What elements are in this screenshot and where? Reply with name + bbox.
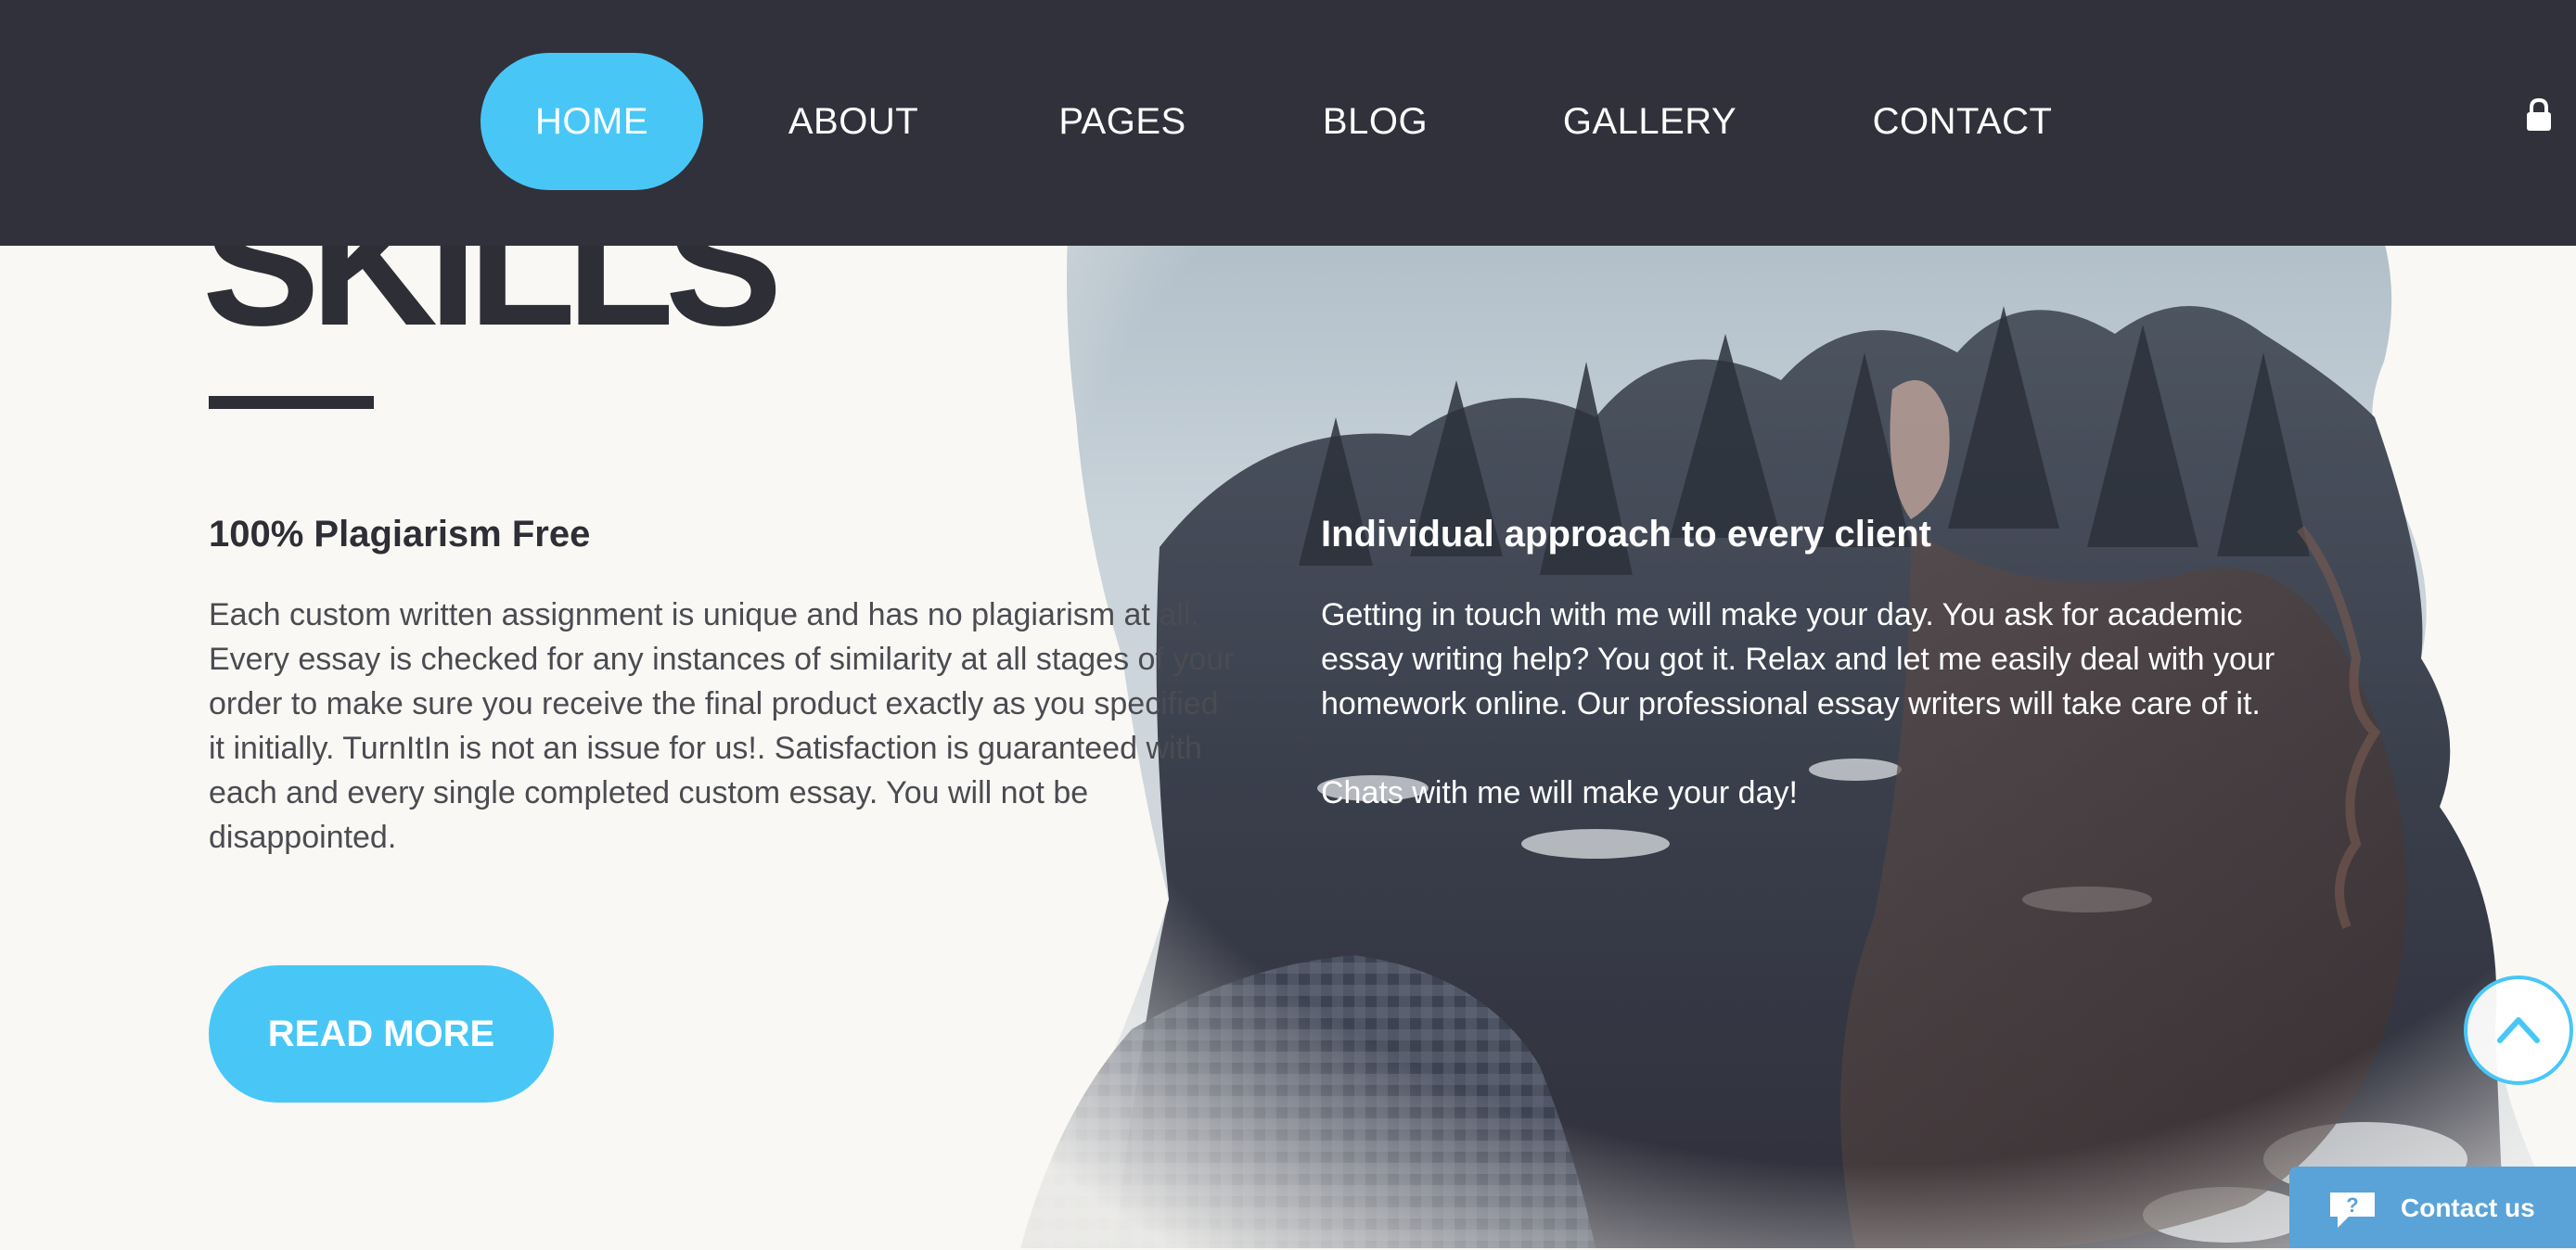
- nav-item-contact[interactable]: CONTACT: [1849, 53, 2076, 190]
- chevron-up-icon: [2497, 1017, 2540, 1043]
- chat-bubble-icon: ?: [2326, 1189, 2378, 1230]
- right-column-heading: Individual approach to every client: [1321, 514, 1931, 555]
- main-navbar: HOME ABOUT PAGES BLOG GALLERY CONTACT: [0, 0, 2576, 246]
- lock-icon[interactable]: [2525, 97, 2553, 132]
- read-more-button[interactable]: READ MORE: [209, 965, 554, 1103]
- nav-item-about[interactable]: ABOUT: [761, 53, 946, 190]
- scroll-to-top-button[interactable]: [2464, 976, 2573, 1085]
- title-underline: [209, 396, 374, 409]
- nav-item-blog[interactable]: BLOG: [1299, 53, 1452, 190]
- left-column-heading: 100% Plagiarism Free: [209, 514, 591, 555]
- nav-item-pages[interactable]: PAGES: [1020, 53, 1224, 190]
- contact-us-label: Contact us: [2401, 1193, 2535, 1222]
- right-column-text: Getting in touch with me will make your …: [1321, 597, 2275, 721]
- left-column-text: Each custom written assignment is unique…: [209, 597, 1235, 855]
- contact-us-widget[interactable]: ? Contact us: [2289, 1167, 2576, 1248]
- right-column-text-2: Chats with me will make your day!: [1321, 775, 1798, 810]
- nav-item-gallery[interactable]: GALLERY: [1540, 53, 1760, 190]
- nav-item-home[interactable]: HOME: [481, 53, 703, 190]
- svg-text:?: ?: [2346, 1193, 2358, 1217]
